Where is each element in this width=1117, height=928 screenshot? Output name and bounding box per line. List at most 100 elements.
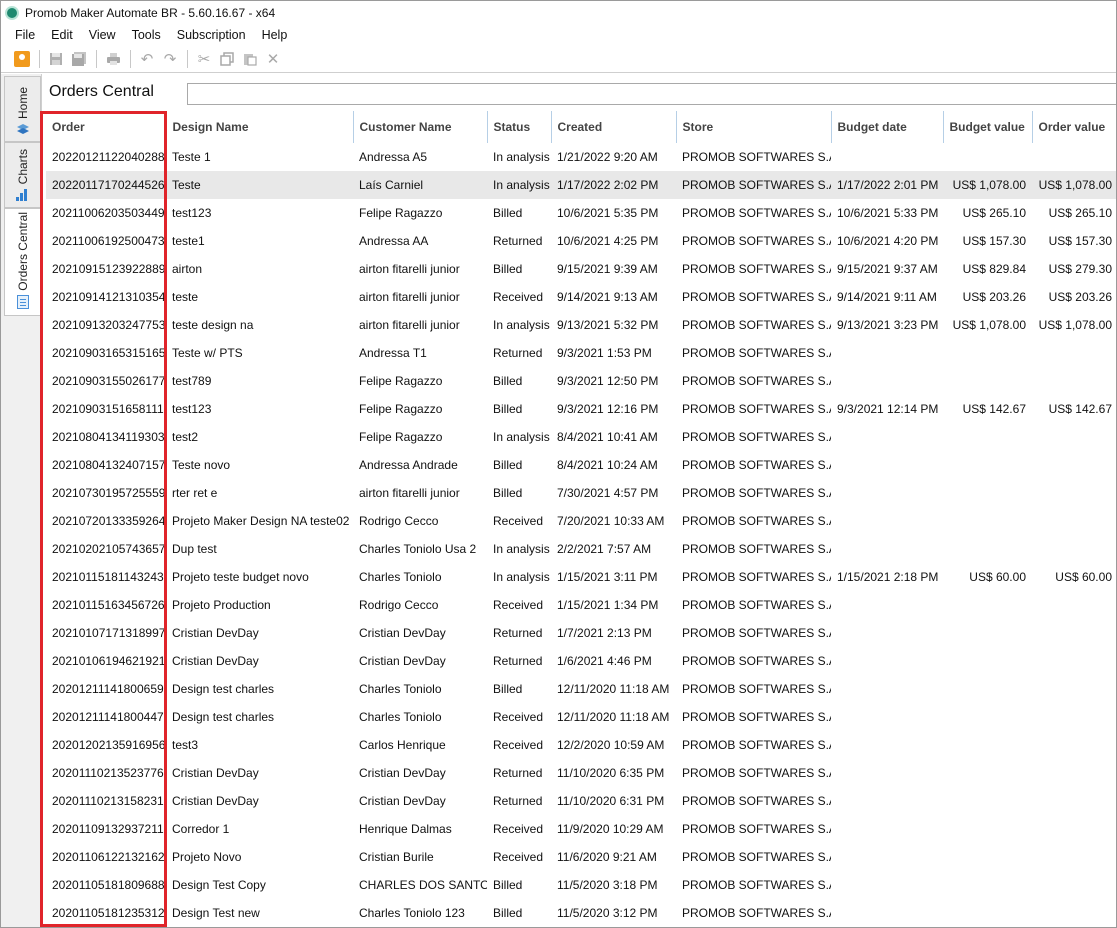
order-cell: 20201202135916956 [52, 738, 166, 752]
table-row[interactable]: 20201211141800659 Design test charles Char… [46, 675, 1116, 703]
order-value-cell: US$ 1,078.00 [1032, 171, 1116, 199]
table-row[interactable]: 20211006203503449 test123 Felipe Ragazzo Bi… [46, 199, 1116, 227]
table-row[interactable]: 20201105181235312 Design Test new Charles … [46, 899, 1116, 927]
budget-date-cell [831, 731, 943, 759]
budget-date-cell [831, 339, 943, 367]
table-row[interactable]: 20210804134119303 test2 Felipe Ragazzo In a… [46, 423, 1116, 451]
design-name-cell: Projeto teste budget novo [172, 570, 309, 584]
customer-name-cell: Cristian DevDay [359, 794, 446, 808]
table-row[interactable]: 20210107171318997 Cristian DevDay Cristian… [46, 619, 1116, 647]
status-cell: Returned [493, 626, 543, 640]
column-header-order-value[interactable]: Order value [1032, 111, 1116, 143]
design-name-cell: Projeto Maker Design NA teste02 [172, 514, 350, 528]
search-input[interactable] [187, 83, 1116, 105]
cut-button[interactable]: ✂ [193, 48, 215, 70]
order-value-cell: US$ 1,078.00 [1038, 318, 1112, 332]
table-row[interactable]: 20210903165315165 Teste w/ PTS Andressa T1… [46, 339, 1116, 367]
customer-name-cell: Charles Toniolo 123 [359, 906, 465, 920]
menu-subscription[interactable]: Subscription [169, 24, 254, 46]
status-cell: Billed [493, 206, 523, 220]
table-row[interactable]: 20211006192500473 teste1 Andressa AA Return… [46, 227, 1116, 255]
budget-value-cell [943, 871, 1032, 899]
table-row[interactable]: 20210202105743657 Dup test Charles Toniolo… [46, 535, 1116, 563]
order-cell: 20210903155026177 [52, 374, 166, 388]
delete-button[interactable]: ✕ [262, 48, 284, 70]
table-row[interactable]: 20201211141800447 Design test charles Char… [46, 703, 1116, 731]
customer-name-cell: Charles Toniolo [359, 570, 442, 584]
app-window: Promob Maker Automate BR - 5.60.16.67 - … [0, 0, 1117, 928]
table-row[interactable]: 20201105181809688 Design Test Copy CHARLES… [46, 871, 1116, 899]
created-cell: 1/6/2021 4:46 PM [557, 654, 652, 668]
table-row[interactable]: 20210106194621921 Cristian DevDay Cristian… [46, 647, 1116, 675]
budget-date-cell [831, 647, 943, 675]
table-row[interactable]: 20201110213523776 Cristian DevDay Cristian… [46, 759, 1116, 787]
design-name-cell: Design Test Copy [172, 878, 266, 892]
column-header-order[interactable]: Order [46, 111, 167, 143]
side-tab-orders-central[interactable]: Orders Central [4, 208, 41, 316]
column-header-design-name[interactable]: Design Name [166, 111, 354, 143]
menu-file[interactable]: File [7, 24, 43, 46]
status-cell: Returned [493, 794, 543, 808]
table-row[interactable]: 20201110213158231 Cristian DevDay Cristian… [46, 787, 1116, 815]
table-row[interactable]: 20220121122040288 Teste 1 Andressa A5 In an… [46, 143, 1116, 171]
menu-edit[interactable]: Edit [43, 24, 81, 46]
design-name-cell: Design test charles [172, 710, 275, 724]
user-account-button[interactable] [11, 48, 33, 70]
status-cell: Received [493, 514, 544, 528]
order-cell: 20210202105743657 [52, 542, 166, 556]
save-all-button[interactable] [68, 48, 90, 70]
budget-value-cell [943, 143, 1032, 171]
table-row[interactable]: 20210804132407157 Teste novo Andressa Andr… [46, 451, 1116, 479]
column-header-store[interactable]: Store [676, 111, 832, 143]
column-header-created[interactable]: Created [551, 111, 677, 143]
order-value-cell [1032, 759, 1116, 787]
status-cell: Billed [493, 458, 523, 472]
table-row[interactable]: 20210903155026177 test789 Felipe Ragazzo Bi… [46, 367, 1116, 395]
store-cell: PROMOB SOFTWARES S.A. [682, 374, 831, 388]
column-header-status[interactable]: Status [487, 111, 552, 143]
table-row[interactable]: 20201202135916956 test3 Carlos Henrique Rec… [46, 731, 1116, 759]
redo-button[interactable]: ↷ [159, 48, 181, 70]
budget-date-cell [831, 535, 943, 563]
save-button[interactable] [45, 48, 67, 70]
created-cell: 11/6/2020 9:21 AM [557, 850, 657, 864]
table-row[interactable]: 20220117170244526 Teste Laís Carniel In ana… [46, 171, 1116, 199]
budget-date-cell [831, 899, 943, 927]
menu-help[interactable]: Help [254, 24, 296, 46]
orders-central-panel: Orders Central Order Design Name Custome… [43, 74, 1116, 927]
budget-date-cell: 9/13/2021 3:23 PM [837, 318, 939, 332]
table-row[interactable]: 20201106122132162 Projeto Novo Cristian Bu… [46, 843, 1116, 871]
table-row[interactable]: 20210903151658111 test123 Felipe Ragazzo Bi… [46, 395, 1116, 423]
table-row[interactable]: 20210730195725559 rter ret e airton fitare… [46, 479, 1116, 507]
budget-value-cell: US$ 203.26 [962, 290, 1026, 304]
status-cell: In analysis [487, 171, 551, 199]
table-row[interactable]: 20210115163456726 Projeto Production Rodri… [46, 591, 1116, 619]
toolbar-separator [96, 50, 97, 68]
menu-view[interactable]: View [81, 24, 124, 46]
store-cell: PROMOB SOFTWARES S.A. [682, 206, 831, 220]
table-row[interactable]: 20210115181143243 Projeto teste budget no… [46, 563, 1116, 591]
created-cell: 1/15/2021 3:11 PM [557, 570, 658, 584]
menu-tools[interactable]: Tools [124, 24, 169, 46]
column-header-budget-value[interactable]: Budget value [943, 111, 1033, 143]
table-row[interactable]: 20210720133359264 Projeto Maker Design NA… [46, 507, 1116, 535]
paste-button[interactable] [239, 48, 261, 70]
table-row[interactable]: 20210915123922889 airton airton fitarelli … [46, 255, 1116, 283]
column-header-budget-date[interactable]: Budget date [831, 111, 944, 143]
created-cell: 11/5/2020 3:18 PM [557, 878, 658, 892]
created-cell: 10/6/2021 5:35 PM [557, 206, 659, 220]
side-tab-home[interactable]: Home [4, 76, 41, 142]
table-row[interactable]: 20201109132937211 Corredor 1 Henrique Dalm… [46, 815, 1116, 843]
customer-name-cell: airton fitarelli junior [359, 290, 460, 304]
undo-button[interactable]: ↶ [136, 48, 158, 70]
column-header-customer-name[interactable]: Customer Name [353, 111, 488, 143]
print-button[interactable] [102, 48, 124, 70]
customer-name-cell: airton fitarelli junior [359, 318, 460, 332]
table-row[interactable]: 20210913203247753 teste design na airton f… [46, 311, 1116, 339]
side-tab-charts[interactable]: Charts [4, 142, 41, 208]
copy-button[interactable] [216, 48, 238, 70]
store-cell: PROMOB SOFTWARES S.A. [682, 486, 831, 500]
design-name-cell: Dup test [172, 542, 217, 556]
table-row[interactable]: 20210914121310354 teste airton fitarelli j… [46, 283, 1116, 311]
status-cell: Received [493, 822, 544, 836]
